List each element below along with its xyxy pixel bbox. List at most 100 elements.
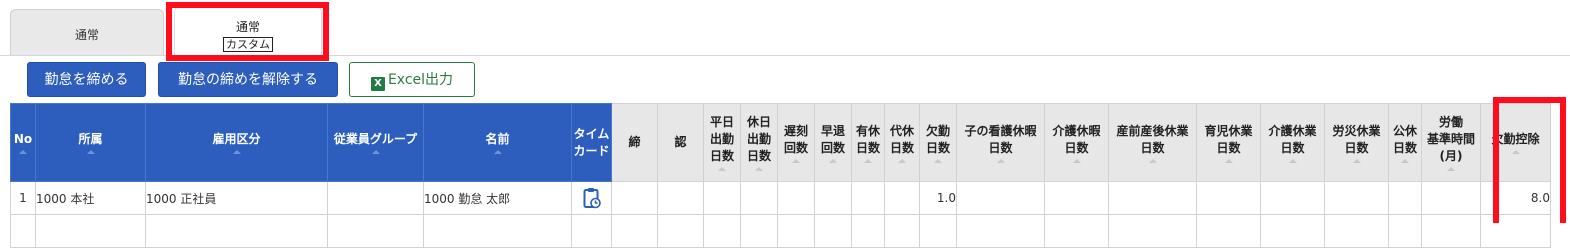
column-header-label: 遅刻 回数 [783, 123, 808, 155]
column-header-label: タイム カード [573, 126, 610, 158]
cell-empty [1196, 214, 1261, 248]
cell-empty [851, 214, 885, 248]
sort-arrow-icon[interactable] [86, 150, 95, 154]
sort-arrow-icon[interactable] [1148, 158, 1157, 163]
column-header-label: 締 [628, 135, 641, 149]
cell-deduction: 8.0 [1480, 181, 1551, 215]
cell-dept: 1000 本社 [35, 181, 146, 215]
release-close-button[interactable]: 勤怠の締めを解除する [158, 62, 338, 97]
cell-close [611, 181, 658, 215]
column-header-label: 雇用区分 [212, 132, 261, 146]
tab-normal-label: 通常 [74, 28, 99, 42]
column-header-carework[interactable]: 介護休業 日数 [1260, 103, 1325, 182]
sort-arrow-icon[interactable] [755, 167, 763, 171]
cell-empty [956, 214, 1045, 248]
column-header-label: 介護休暇 日数 [1052, 123, 1101, 155]
sort-arrow-icon[interactable] [864, 158, 872, 163]
column-header-holiday[interactable]: 休日 出勤 日数 [740, 103, 778, 182]
column-header-group[interactable]: 従業員グループ [327, 103, 424, 182]
column-header-no[interactable]: No [10, 103, 36, 182]
close-attendance-button[interactable]: 勤怠を締める [27, 62, 146, 97]
column-header-weekday[interactable]: 平日 出勤 日数 [703, 103, 741, 182]
sort-arrow-icon[interactable] [1352, 158, 1361, 163]
cell-basehours [1421, 181, 1481, 215]
sort-arrow-icon[interactable] [1447, 167, 1455, 171]
column-header-parental[interactable]: 育児休業 日数 [1196, 103, 1261, 182]
column-header-paid[interactable]: 有休 日数 [851, 103, 885, 182]
column-header-nursing[interactable]: 介護休暇 日数 [1044, 103, 1109, 182]
sort-arrow-icon[interactable] [1511, 150, 1520, 154]
cell-empty [1044, 214, 1109, 248]
column-header-maternity[interactable]: 産前産後休業 日数 [1108, 103, 1197, 182]
sort-arrow-icon[interactable] [898, 158, 906, 163]
cell-empty [327, 214, 424, 248]
sort-arrow-icon[interactable] [1072, 158, 1081, 163]
column-header-label: 育児休業 日数 [1204, 123, 1253, 155]
column-header-early[interactable]: 早退 回数 [814, 103, 852, 182]
sort-arrow-icon[interactable] [19, 150, 27, 154]
excel-export-button[interactable]: X Excel出力 [349, 62, 475, 97]
column-header-basehours[interactable]: 労働 基準時間 (月) [1421, 103, 1481, 182]
column-header-label: 欠勤控除 [1491, 132, 1540, 146]
cell-empty [740, 214, 778, 248]
cell-late [777, 181, 815, 215]
cell-empty [1108, 214, 1197, 248]
column-header-label: 従業員グループ [333, 132, 418, 146]
cell-empty [1421, 214, 1481, 248]
sort-arrow-icon[interactable] [829, 158, 837, 163]
column-header-public[interactable]: 公休 日数 [1388, 103, 1422, 182]
column-header-childcare[interactable]: 子の看護休暇 日数 [956, 103, 1045, 182]
cell-empty [703, 214, 741, 248]
column-header-subst[interactable]: 代休 日数 [884, 103, 920, 182]
sort-arrow-icon[interactable] [934, 158, 942, 163]
cell-empty [423, 214, 572, 248]
tab-normal[interactable]: 通常 [10, 9, 164, 56]
sort-arrow-icon[interactable] [1401, 158, 1409, 163]
table-row[interactable]: 1 1000 本社 1000 正社員 1000 勤怠 太郎 1.0 8.0 [10, 181, 1551, 215]
cell-no: 1 [10, 181, 36, 215]
cell-childcare [956, 181, 1045, 215]
column-header-injury[interactable]: 労災休業 日数 [1324, 103, 1389, 182]
column-header-absent[interactable]: 欠勤 日数 [919, 103, 957, 182]
column-header-label: 代休 日数 [889, 123, 914, 155]
sort-arrow-icon[interactable] [371, 150, 380, 154]
cell-paid [851, 181, 885, 215]
column-header-label: 休日 出勤 日数 [746, 115, 771, 163]
column-header-dept[interactable]: 所属 [35, 103, 146, 182]
cell-parental [1196, 181, 1261, 215]
sort-arrow-icon[interactable] [1288, 158, 1297, 163]
sort-arrow-icon[interactable] [996, 158, 1005, 163]
sort-arrow-icon[interactable] [232, 150, 241, 154]
column-header-label: 労災休業 日数 [1332, 123, 1381, 155]
cell-empty [571, 214, 612, 248]
cell-empty [814, 214, 852, 248]
cell-absent: 1.0 [919, 181, 957, 215]
cell-card[interactable] [571, 181, 612, 215]
sort-arrow-icon[interactable] [718, 167, 726, 171]
cell-maternity [1108, 181, 1197, 215]
column-header-late[interactable]: 遅刻 回数 [777, 103, 815, 182]
column-header-emptype[interactable]: 雇用区分 [145, 103, 328, 182]
sort-arrow-icon[interactable] [792, 158, 800, 163]
cell-empty [1324, 214, 1389, 248]
tab-custom[interactable]: 通常 カスタム [174, 6, 322, 57]
column-header-name[interactable]: 名前 [423, 103, 572, 182]
sort-arrow-icon[interactable] [1224, 158, 1233, 163]
cell-empty [611, 214, 658, 248]
cell-empty [10, 214, 36, 248]
table-header-row: No 所属 雇用区分 従業員グループ 名前 タイム カード 締 認 平日 出勤 日数 休日 出勤 … [10, 103, 1551, 182]
column-header-deduction[interactable]: 欠勤控除 [1480, 103, 1551, 182]
sort-arrow-icon[interactable] [493, 150, 502, 154]
column-header-label: 平日 出勤 日数 [709, 115, 734, 163]
column-header-label: 産前産後休業 日数 [1116, 123, 1189, 155]
table-row-partial [10, 214, 1551, 248]
column-header-label: No [13, 132, 33, 146]
cell-weekday [703, 181, 741, 215]
cell-public [1388, 181, 1422, 215]
cell-empty [657, 214, 704, 248]
column-header-label: 名前 [485, 132, 510, 146]
column-header-label: 欠勤 日数 [925, 123, 950, 155]
timecard-icon[interactable] [583, 187, 601, 209]
cell-nursing [1044, 181, 1109, 215]
cell-empty [777, 214, 815, 248]
